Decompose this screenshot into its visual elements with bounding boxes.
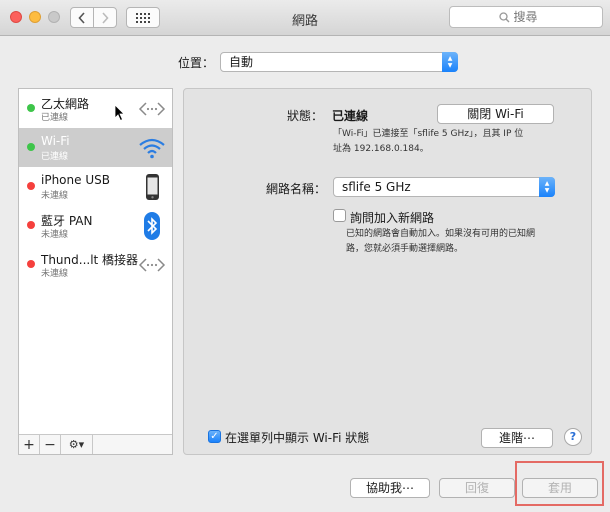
status-dot [27, 104, 35, 112]
help-button[interactable]: ? [564, 428, 582, 446]
location-select[interactable]: 自動 ▲ ▼ [220, 52, 458, 72]
service-item-iphone-usb[interactable]: iPhone USB 未連線 [19, 167, 172, 206]
service-item-bluetooth-pan[interactable]: 藍牙 PAN 未連線 [19, 206, 172, 245]
ethernet-icon [138, 102, 166, 116]
service-status: 已連線 [41, 152, 69, 162]
gear-menu-button[interactable]: ⚙▾ [61, 435, 93, 454]
status-description-line: 「Wi-Fi」已連接至「sflife 5 GHz」，且其 IP 位 [333, 129, 524, 139]
location-select-arrows: ▲ ▼ [442, 52, 458, 72]
mouse-cursor-icon [114, 104, 125, 122]
status-value: 已連線 [332, 109, 369, 123]
service-name: iPhone USB [41, 173, 110, 187]
status-dot [27, 143, 35, 151]
toggle-wifi-button[interactable]: 關閉 Wi-Fi [437, 104, 554, 124]
network-name-select[interactable]: sflife 5 GHz ▲ ▼ [333, 177, 555, 197]
status-label: 狀態： [287, 109, 324, 123]
service-item-thunderbolt-bridge[interactable]: Thund...lt 橋接器 未連線 [19, 245, 172, 284]
network-name-value: sflife 5 GHz [342, 180, 411, 194]
status-dot [27, 221, 35, 229]
network-name-select-arrows: ▲ ▼ [539, 177, 555, 197]
status-dot [27, 182, 35, 190]
service-list-toolbar: + − ⚙▾ [19, 434, 172, 454]
add-service-button[interactable]: + [19, 435, 40, 454]
advanced-button[interactable]: 進階⋯ [481, 428, 553, 448]
location-value: 自動 [229, 55, 254, 69]
search-input[interactable] [513, 10, 554, 24]
thunderbolt-bridge-icon [138, 258, 166, 272]
title-bar: 網路 [0, 0, 610, 36]
service-status: 未連線 [41, 269, 69, 279]
bluetooth-icon [144, 212, 160, 240]
status-description-line: 址為 192.168.0.184。 [333, 144, 429, 154]
service-status: 未連線 [41, 191, 69, 201]
wifi-icon [139, 138, 165, 159]
service-item-wifi[interactable]: Wi-Fi 已連線 [19, 128, 172, 167]
revert-button[interactable]: 回復 [439, 478, 515, 498]
service-status: 未連線 [41, 230, 69, 240]
ask-join-checkbox[interactable] [333, 209, 346, 222]
service-list: 乙太網路 已連線 Wi-Fi 已連線 iPhone USB 未連線 藍牙 PAN [18, 88, 173, 455]
ask-join-label: 詢問加入新網路 [350, 211, 435, 225]
ask-join-description-line: 已知的網路會自動加入。如果沒有可用的已知網 [346, 229, 536, 239]
ask-join-description-line: 路，您就必須手動選擇網路。 [346, 244, 464, 254]
search-field[interactable] [449, 6, 603, 28]
ask-join-description: 已知的網路會自動加入。如果沒有可用的已知網 路，您就必須手動選擇網路。 [346, 227, 535, 257]
search-icon [498, 11, 509, 22]
remove-service-button[interactable]: − [40, 435, 61, 454]
iphone-icon [146, 174, 159, 200]
assist-me-button[interactable]: 協助我⋯ [350, 478, 430, 498]
status-description: 「Wi-Fi」已連接至「sflife 5 GHz」，且其 IP 位 址為 192… [333, 127, 523, 157]
show-wifi-status-label: 在選單列中顯示 Wi-Fi 狀態 [225, 431, 370, 445]
service-name: Wi-Fi [41, 134, 70, 148]
network-name-label: 網路名稱： [266, 182, 327, 196]
apply-highlight-box [515, 461, 604, 506]
service-item-ethernet[interactable]: 乙太網路 已連線 [19, 89, 172, 128]
service-status: 已連線 [41, 113, 69, 123]
location-label: 位置： [178, 56, 215, 70]
show-wifi-status-checkbox[interactable]: ✓ [208, 430, 221, 443]
status-dot [27, 260, 35, 268]
